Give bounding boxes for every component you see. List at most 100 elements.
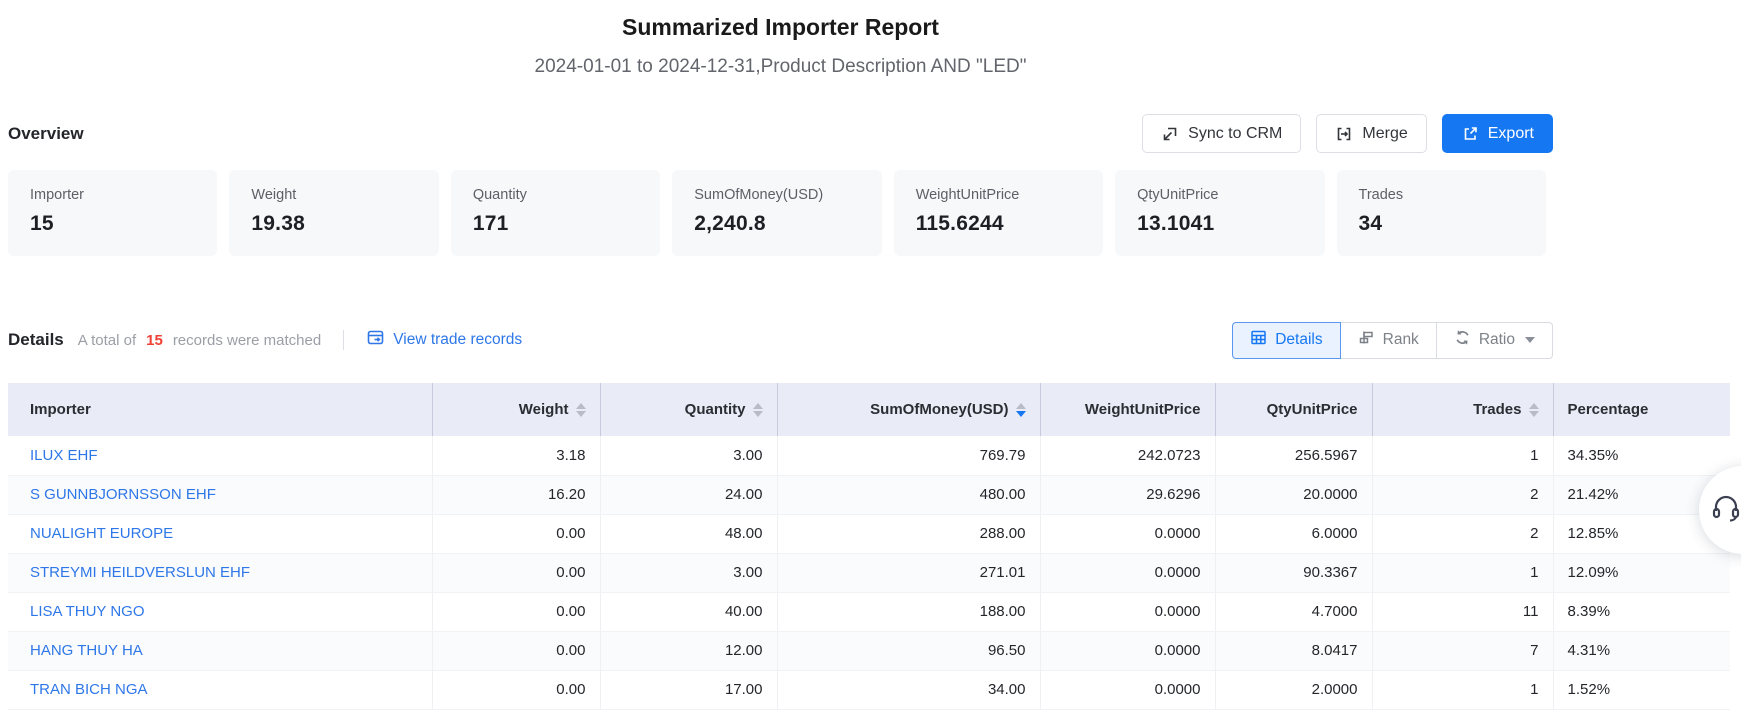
sort-icon[interactable] [753,403,763,417]
headset-icon [1709,491,1741,530]
table-row: STREYMI HEILDVERSLUN EHF0.003.00271.010.… [8,553,1730,592]
view-trade-records-link[interactable]: View trade records [366,328,522,352]
view-switcher: Details Rank Ratio [1232,322,1553,359]
stat-card-sumofmoney-usd-: SumOfMoney(USD)2,240.8 [672,170,881,256]
importer-report-table: ImporterWeightQuantitySumOfMoney(USD)Wei… [8,383,1730,710]
cell-qty_unit_price: 20.0000 [1215,475,1372,514]
cell-importer: LISA THUY NGO [8,592,432,631]
stat-value: 19.38 [251,212,416,236]
cell-weight: 0.00 [432,592,600,631]
sync-to-crm-button[interactable]: Sync to CRM [1142,114,1301,153]
stat-label: WeightUnitPrice [916,187,1081,203]
cell-percentage: 34.35% [1553,436,1730,475]
rank-bars-icon [1358,329,1375,351]
cell-sum_of_money_usd: 188.00 [777,592,1040,631]
cell-quantity: 40.00 [600,592,777,631]
details-label: Details [8,330,64,350]
cell-weight_unit_price: 0.0000 [1040,631,1215,670]
tab-ratio[interactable]: Ratio [1436,322,1553,359]
table-row: HANG THUY HA0.0012.0096.500.00008.041774… [8,631,1730,670]
cell-percentage: 8.39% [1553,592,1730,631]
importer-link[interactable]: NUALIGHT EUROPE [30,525,173,542]
cell-qty_unit_price: 256.5967 [1215,436,1372,475]
cell-importer: S GUNNBJORNSSON EHF [8,475,432,514]
tab-details[interactable]: Details [1232,322,1340,359]
tab-rank[interactable]: Rank [1340,322,1437,359]
ratio-cycle-icon [1454,329,1471,351]
importer-link[interactable]: STREYMI HEILDVERSLUN EHF [30,564,250,581]
merge-icon [1335,125,1353,143]
cell-percentage: 4.31% [1553,631,1730,670]
column-header-weight[interactable]: Weight [432,383,600,436]
match-count: 15 [144,332,165,349]
cell-trades: 1 [1372,436,1553,475]
table-grid-icon [1250,329,1267,351]
column-header-sum_of_money_usd[interactable]: SumOfMoney(USD) [777,383,1040,436]
page-title: Summarized Importer Report [8,14,1553,41]
cell-weight_unit_price: 0.0000 [1040,553,1215,592]
cell-sum_of_money_usd: 271.01 [777,553,1040,592]
sort-icon[interactable] [576,403,586,417]
stat-label: Quantity [473,187,638,203]
cell-quantity: 3.00 [600,436,777,475]
column-header-qty_unit_price: QtyUnitPrice [1215,383,1372,436]
stat-value: 13.1041 [1137,212,1302,236]
importer-link[interactable]: LISA THUY NGO [30,603,145,620]
tab-ratio-label: Ratio [1479,331,1515,349]
cell-percentage: 12.09% [1553,553,1730,592]
column-header-weight_unit_price: WeightUnitPrice [1040,383,1215,436]
export-button[interactable]: Export [1442,114,1553,153]
cell-weight: 0.00 [432,670,600,709]
cell-sum_of_money_usd: 96.50 [777,631,1040,670]
view-trade-records-label: View trade records [393,331,522,349]
cell-importer: STREYMI HEILDVERSLUN EHF [8,553,432,592]
cell-importer: TRAN BICH NGA [8,670,432,709]
cell-weight: 3.18 [432,436,600,475]
stat-card-importer: Importer 15 [8,170,217,256]
cell-sum_of_money_usd: 480.00 [777,475,1040,514]
stat-value: 15 [30,212,195,236]
importer-link[interactable]: TRAN BICH NGA [30,681,148,698]
cell-weight: 0.00 [432,553,600,592]
overview-toolbar: Overview Sync to CRM Merge [8,114,1553,153]
cell-sum_of_money_usd: 769.79 [777,436,1040,475]
cell-trades: 2 [1372,475,1553,514]
table-row: TRAN BICH NGA0.0017.0034.000.00002.00001… [8,670,1730,709]
stat-label: Trades [1359,187,1524,203]
cell-trades: 11 [1372,592,1553,631]
export-icon [1461,125,1479,143]
importer-link[interactable]: HANG THUY HA [30,642,143,659]
sort-icon[interactable] [1016,403,1026,417]
cell-trades: 1 [1372,670,1553,709]
column-header-trades[interactable]: Trades [1372,383,1553,436]
overview-label: Overview [8,124,84,144]
cell-quantity: 48.00 [600,514,777,553]
importer-link[interactable]: ILUX EHF [30,447,98,464]
cell-trades: 2 [1372,514,1553,553]
stat-value: 2,240.8 [694,212,859,236]
stat-value: 171 [473,212,638,236]
stat-card-qtyunitprice: QtyUnitPrice13.1041 [1115,170,1324,256]
cell-importer: HANG THUY HA [8,631,432,670]
cell-weight: 0.00 [432,631,600,670]
table-row: ILUX EHF 3.183.00769.79242.0723256.596713… [8,436,1730,475]
trade-records-icon [366,328,385,352]
tab-rank-label: Rank [1383,331,1419,349]
importer-link[interactable]: S GUNNBJORNSSON EHF [30,486,216,503]
match-prefix: A total of [78,332,136,349]
cell-weight: 16.20 [432,475,600,514]
cell-quantity: 24.00 [600,475,777,514]
summarized-importer-report-page: Summarized Importer Report 2024-01-01 to… [0,0,1741,715]
sort-icon[interactable] [1529,403,1539,417]
cell-importer: ILUX EHF [8,436,432,475]
divider [343,330,344,350]
cell-weight: 0.00 [432,514,600,553]
column-header-quantity[interactable]: Quantity [600,383,777,436]
cell-weight_unit_price: 242.0723 [1040,436,1215,475]
cell-qty_unit_price: 2.0000 [1215,670,1372,709]
cell-percentage: 1.52% [1553,670,1730,709]
merge-button[interactable]: Merge [1316,114,1426,153]
stat-label: Importer [30,187,195,203]
stat-card-weight: Weight19.38 [229,170,438,256]
sync-to-crm-label: Sync to CRM [1188,125,1282,143]
